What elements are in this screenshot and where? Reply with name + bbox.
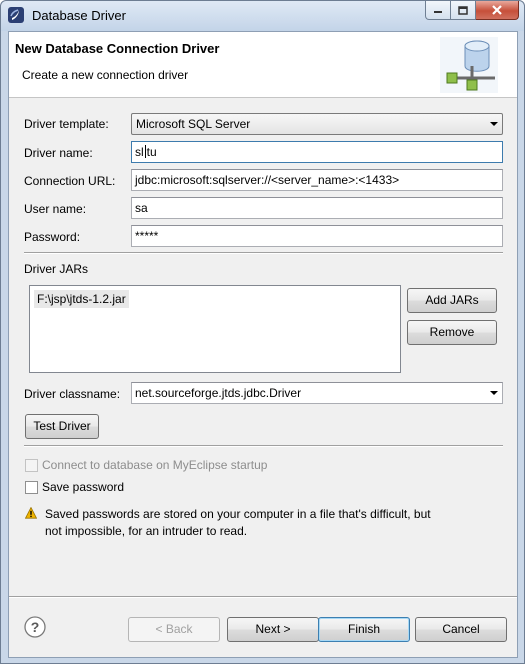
- eclipse-app-icon: [8, 7, 24, 23]
- connect-on-startup-checkbox[interactable]: [25, 459, 38, 472]
- list-item[interactable]: F:\jsp\jtds-1.2.jar: [34, 290, 129, 308]
- close-icon: [492, 5, 502, 15]
- user-name-input[interactable]: sa: [131, 197, 503, 219]
- window-title: Database Driver: [32, 8, 126, 23]
- save-password-label: Save password: [42, 480, 125, 494]
- user-name-value: sa: [135, 201, 148, 215]
- connect-on-startup-label: Connect to database on MyEclipse startup: [42, 458, 268, 472]
- maximize-icon: [458, 5, 468, 15]
- dialog-window: Database Driver New Database Connection …: [0, 0, 525, 664]
- driver-jars-label: Driver JARs: [24, 262, 89, 276]
- title-bar[interactable]: Database Driver: [1, 1, 524, 31]
- back-button[interactable]: < Back: [128, 617, 220, 642]
- chevron-down-icon[interactable]: [490, 391, 498, 395]
- dialog-body: New Database Connection Driver Create a …: [8, 31, 518, 658]
- window-controls: [425, 1, 519, 21]
- warning-icon: [25, 507, 37, 519]
- maximize-button[interactable]: [451, 1, 476, 20]
- page-title: New Database Connection Driver: [15, 41, 220, 56]
- warning-text-line-1: Saved passwords are stored on your compu…: [45, 507, 431, 521]
- password-value: *****: [135, 229, 159, 243]
- chevron-down-icon[interactable]: [490, 122, 498, 126]
- driver-template-value: Microsoft SQL Server: [136, 117, 251, 131]
- driver-template-label: Driver template:: [24, 117, 109, 131]
- database-network-icon: [440, 37, 498, 93]
- connection-url-input[interactable]: jdbc:microsoft:sqlserver://<server_name>…: [131, 169, 503, 191]
- connection-url-value: jdbc:microsoft:sqlserver://<server_name>…: [135, 173, 400, 187]
- close-button[interactable]: [476, 1, 519, 20]
- finish-button[interactable]: Finish: [318, 617, 410, 642]
- driver-name-input[interactable]: sl tu: [131, 141, 503, 163]
- driver-name-label: Driver name:: [24, 146, 93, 160]
- save-password-checkbox[interactable]: [25, 481, 38, 494]
- driver-template-select[interactable]: Microsoft SQL Server: [131, 113, 503, 135]
- driver-name-text-after-caret: tu: [146, 145, 157, 159]
- next-button[interactable]: Next >: [227, 617, 319, 642]
- add-jars-button[interactable]: Add JARs: [407, 288, 497, 313]
- driver-classname-value: net.sourceforge.jtds.jdbc.Driver: [135, 386, 302, 400]
- divider: [24, 445, 503, 447]
- svg-text:?: ?: [31, 619, 40, 635]
- minimize-icon: [434, 11, 442, 13]
- divider: [24, 252, 503, 254]
- test-driver-button[interactable]: Test Driver: [25, 414, 99, 439]
- text-caret: [144, 145, 146, 158]
- page-subtitle: Create a new connection driver: [22, 68, 189, 82]
- driver-name-text-before-caret: sl: [135, 145, 144, 159]
- driver-jars-list[interactable]: F:\jsp\jtds-1.2.jar: [29, 285, 401, 373]
- minimize-button[interactable]: [425, 1, 451, 20]
- button-bar: ? < Back Next > Finish Cancel: [9, 598, 517, 657]
- wizard-header: New Database Connection Driver Create a …: [9, 32, 517, 98]
- user-name-label: User name:: [24, 202, 87, 216]
- driver-classname-combo[interactable]: net.sourceforge.jtds.jdbc.Driver: [131, 382, 503, 404]
- driver-classname-label: Driver classname:: [24, 387, 121, 401]
- password-label: Password:: [24, 230, 81, 244]
- cancel-button[interactable]: Cancel: [415, 617, 507, 642]
- warning-text-line-2: not impossible, for an intruder to read.: [45, 524, 248, 538]
- help-icon[interactable]: ?: [24, 616, 46, 638]
- remove-button[interactable]: Remove: [407, 320, 497, 345]
- connection-url-label: Connection URL:: [24, 174, 116, 188]
- password-input[interactable]: *****: [131, 225, 503, 247]
